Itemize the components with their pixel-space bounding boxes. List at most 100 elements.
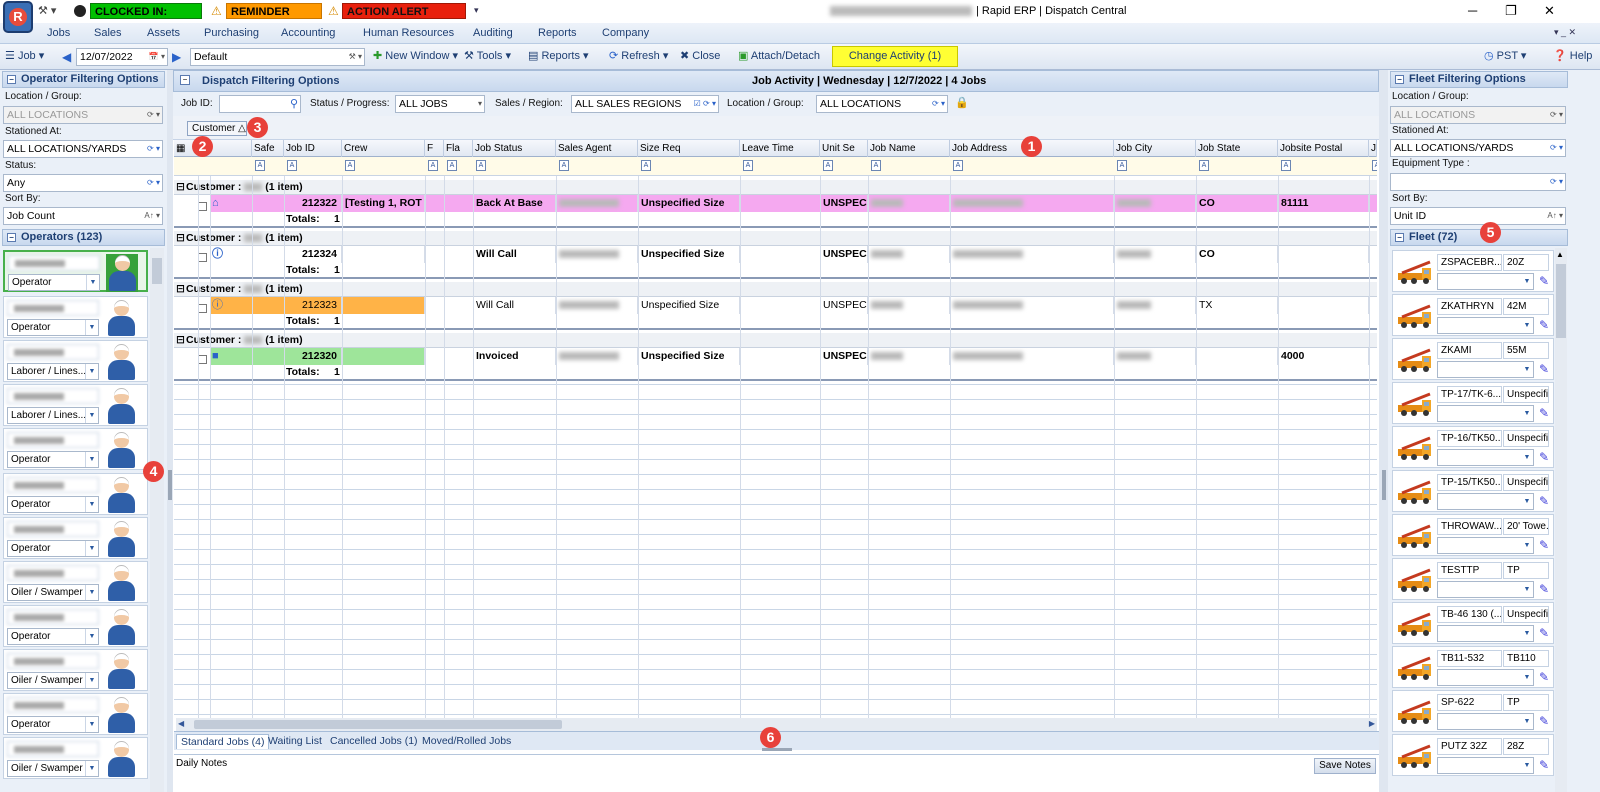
operator-role-select[interactable]: Operator ▼ — [7, 540, 99, 557]
job-button[interactable]: ☰ Job ▾ — [5, 49, 44, 62]
hammer-icon[interactable]: ⚒ ▾ — [38, 4, 68, 19]
edit-pencil-icon[interactable]: ✎ — [1537, 538, 1551, 553]
tab-standard-jobs[interactable]: Standard Jobs (4) — [176, 734, 270, 749]
operator-role-select[interactable]: Oiler / Swamper ▼ — [7, 760, 99, 777]
column-header[interactable]: Leave Time — [740, 140, 820, 157]
filter-operator-icon[interactable]: A — [428, 160, 438, 171]
operator-role-select[interactable]: Laborer / Lines... ▼ — [7, 363, 99, 380]
filter-operator-icon[interactable]: A — [641, 160, 651, 171]
fleet-unit-card[interactable]: PUTZ 32Z 28Z ▼ ✎ — [1392, 734, 1554, 776]
operator-role-select[interactable]: Operator ▼ — [7, 496, 99, 513]
maximize-button[interactable]: ❐ — [1505, 3, 1517, 19]
equipment-type-select[interactable]: ⟳ ▾ — [1390, 173, 1566, 191]
edit-pencil-icon[interactable]: ✎ — [1537, 714, 1551, 729]
fleet-operator-select[interactable]: ▼ — [1437, 273, 1534, 290]
left-splitter[interactable] — [167, 70, 173, 792]
splitter-grip[interactable] — [168, 470, 172, 500]
column-header[interactable]: Size Req — [638, 140, 740, 157]
filter-operator-icon[interactable]: A — [447, 160, 457, 171]
sort-icon[interactable]: A↑ ▾ — [144, 208, 160, 224]
status-progress-select[interactable]: ALL JOBS ▾ — [395, 95, 485, 113]
timezone-button[interactable]: ◷ PST ▾ — [1484, 49, 1526, 62]
operator-stationed-select[interactable]: ALL LOCATIONS/YARDS ⟳ ▾ — [3, 140, 163, 158]
column-header[interactable]: Jobsite Postal — [1278, 140, 1369, 157]
fleet-operator-select[interactable]: ▼ — [1437, 317, 1534, 334]
save-notes-button[interactable]: Save Notes — [1314, 758, 1376, 774]
clocked-in-status[interactable]: CLOCKED IN: 02:43:39 — [90, 3, 202, 34]
fleet-unit-card[interactable]: TB-46 130 (... Unspecifi... ▼ ✎ — [1392, 602, 1554, 644]
menu-accounting[interactable]: Accounting — [281, 27, 335, 39]
operator-role-select[interactable]: Operator ▼ — [7, 319, 99, 336]
attach-detach-button[interactable]: ▣ Attach/Detach — [738, 49, 820, 62]
menu-reports[interactable]: Reports — [538, 27, 577, 39]
scroll-thumb[interactable] — [152, 258, 162, 284]
collapse-icon[interactable]: ⊟ — [176, 282, 185, 297]
fleet-unit-card[interactable]: TB11-532 TB110 ▼ ✎ — [1392, 646, 1554, 688]
edit-pencil-icon[interactable]: ✎ — [1537, 582, 1551, 597]
collapse-icon[interactable]: − — [1395, 75, 1404, 84]
quick-access-dropdown-icon[interactable]: ▾ — [474, 5, 479, 16]
fleet-operator-select[interactable]: ▼ — [1437, 449, 1534, 466]
column-header[interactable]: Unit Se — [820, 140, 868, 157]
location-group-select[interactable]: ALL LOCATIONS ⟳ ▾ — [816, 95, 948, 113]
minimize-button[interactable]: ─ — [1468, 3, 1477, 18]
operator-card[interactable]: Oiler / Swamper ▼ — [3, 737, 148, 779]
fleet-operator-select[interactable]: ▼ — [1437, 713, 1534, 730]
operator-role-select[interactable]: Operator ▼ — [7, 716, 99, 733]
operator-role-select[interactable]: Operator ▼ — [7, 628, 99, 645]
calendar-icon[interactable]: 📅 ▾ — [149, 49, 165, 65]
filter-operator-icon[interactable]: A — [1281, 160, 1291, 171]
menu-options-icon[interactable]: ▾ _ ✕ — [1554, 27, 1576, 38]
tab-waiting-list[interactable]: Waiting List — [264, 734, 326, 749]
sort-icon[interactable]: A↑ ▾ — [1547, 208, 1563, 224]
menu-jobs[interactable]: Jobs — [47, 27, 70, 39]
operator-card[interactable]: Operator ▼ — [3, 250, 148, 292]
operator-card[interactable]: Oiler / Swamper ▼ — [3, 649, 148, 691]
collapse-icon[interactable]: ⊟ — [176, 231, 185, 246]
operator-card[interactable]: Operator ▼ — [3, 605, 148, 647]
column-header[interactable]: Sales Agent — [556, 140, 638, 157]
edit-pencil-icon[interactable]: ✎ — [1537, 274, 1551, 289]
fleet-operator-select[interactable]: ▼ — [1437, 757, 1534, 774]
fleet-scrollbar[interactable]: ▲ — [1555, 248, 1567, 792]
operator-card[interactable]: Laborer / Lines... ▼ — [3, 384, 148, 426]
menu-purchasing[interactable]: Purchasing — [204, 27, 259, 39]
fleet-stationed-select[interactable]: ALL LOCATIONS/YARDS ⟳ ▾ — [1390, 139, 1566, 157]
operators-header[interactable]: − Operators (123) — [2, 229, 165, 246]
fleet-unit-card[interactable]: SP-622 TP ▼ ✎ — [1392, 690, 1554, 732]
group-by-customer-chip[interactable]: Customer △ — [187, 121, 247, 136]
scroll-right-icon[interactable]: ▶ — [1369, 719, 1375, 728]
fleet-operator-select[interactable]: ▼ — [1437, 361, 1534, 378]
lock-icon[interactable]: 🔒 — [955, 96, 969, 109]
fleet-operator-select[interactable]: ▼ — [1437, 625, 1534, 642]
column-header[interactable]: Job State — [1196, 140, 1278, 157]
collapse-icon[interactable]: − — [7, 233, 16, 242]
menu-company[interactable]: Company — [602, 27, 649, 39]
column-header[interactable]: Job City — [1114, 140, 1196, 157]
fleet-operator-select[interactable]: ▼ — [1437, 405, 1534, 422]
splitter-handle[interactable] — [762, 748, 792, 751]
filter-operator-icon[interactable]: A — [287, 160, 297, 171]
fleet-unit-card[interactable]: TP-16/TK50... Unspecifi... ▼ ✎ — [1392, 426, 1554, 468]
operator-role-select[interactable]: Laborer / Lines... ▼ — [7, 407, 99, 424]
previous-date-icon[interactable]: ◀ — [62, 50, 71, 64]
operator-card[interactable]: Operator ▼ — [3, 473, 148, 515]
column-header[interactable]: Jo — [1369, 140, 1377, 157]
sales-region-select[interactable]: ALL SALES REGIONS ☑ ⟳ ▾ — [571, 95, 719, 113]
horizontal-scroll-thumb[interactable] — [194, 720, 562, 729]
edit-pencil-icon[interactable]: ✎ — [1537, 758, 1551, 773]
operator-card[interactable]: Operator ▼ — [3, 693, 148, 735]
change-activity-button[interactable]: Change Activity (1) — [832, 46, 958, 67]
collapse-icon[interactable]: − — [7, 75, 16, 84]
operator-status-select[interactable]: Any ⟳ ▾ — [3, 174, 163, 192]
scroll-thumb[interactable] — [1556, 264, 1566, 338]
collapse-icon[interactable]: ⊟ — [176, 180, 185, 195]
operator-role-select[interactable]: Oiler / Swamper ▼ — [7, 584, 99, 601]
fleet-unit-card[interactable]: THROWAW... 20' Towe... ▼ ✎ — [1392, 514, 1554, 556]
column-header[interactable]: Safe — [252, 140, 284, 157]
checkbox-refresh-icon[interactable]: ☑ ⟳ ▾ — [694, 96, 716, 112]
operator-role-select[interactable]: Oiler / Swamper ▼ — [7, 672, 99, 689]
menu-human-resources[interactable]: Human Resources — [363, 27, 454, 39]
reminder-alert-button[interactable]: REMINDER ALERT — [226, 3, 322, 34]
column-header[interactable]: Job ID — [284, 140, 342, 157]
